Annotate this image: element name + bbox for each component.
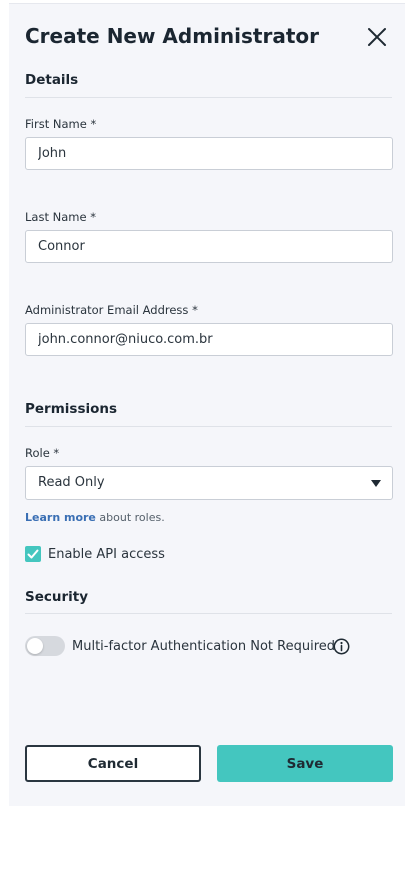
email-label: Administrator Email Address * [25,303,198,317]
role-select[interactable]: Read Only [25,466,393,500]
email-input[interactable] [25,323,393,356]
details-heading: Details [25,72,79,88]
permissions-heading: Permissions [25,401,118,417]
mfa-label: Multi-factor Authentication Not Required [72,639,336,654]
permissions-divider [25,426,392,427]
security-heading: Security [25,589,89,605]
first-name-input[interactable] [25,137,393,170]
api-access-label: Enable API access [48,547,165,562]
last-name-label: Last Name * [25,210,96,224]
last-name-input[interactable] [25,230,393,263]
details-divider [25,97,392,98]
close-icon [368,28,386,46]
learn-more-link[interactable]: Learn more [25,511,96,524]
close-button[interactable] [364,24,390,50]
caret-down-icon [371,480,381,487]
info-button[interactable] [333,638,350,655]
info-icon [333,638,350,655]
dialog-title: Create New Administrator [25,24,320,48]
role-select-value: Read Only [38,475,105,490]
mfa-toggle[interactable] [25,636,65,656]
cancel-button[interactable]: Cancel [25,745,201,782]
learn-more-suffix: about roles. [99,511,165,524]
mfa-toggle-knob [27,638,43,654]
api-access-checkbox[interactable] [25,546,41,562]
checkmark-icon [27,549,39,559]
first-name-label: First Name * [25,117,97,131]
role-label: Role * [25,446,60,460]
save-button[interactable]: Save [217,745,393,782]
learn-more-text: Learn more about roles. [25,511,165,524]
security-divider [25,613,392,614]
